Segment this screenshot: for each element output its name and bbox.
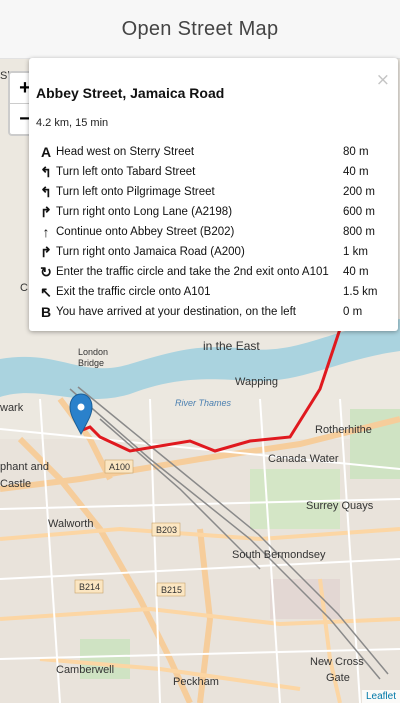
map-label: London <box>78 347 108 357</box>
instruction-text: Continue onto Abbey Street (B202) <box>56 226 235 238</box>
map-label: New Cross <box>310 656 364 668</box>
instruction-row[interactable]: B You have arrived at your destination, … <box>36 302 391 322</box>
map-label: River Thames <box>175 398 232 408</box>
route-summary: 4.2 km, 15 min <box>36 117 109 129</box>
road-label: A100 <box>109 462 130 472</box>
instruction-distance: 1 km <box>343 246 368 258</box>
map-label: Camberwell <box>56 664 114 676</box>
app-header: Open Street Map <box>0 0 400 59</box>
instruction-distance: 0 m <box>343 306 363 318</box>
instruction-row[interactable]: ↰ Turn left onto Tabard Street 40 m <box>36 162 391 182</box>
instruction-distance: 800 m <box>343 226 375 238</box>
instruction-text: Turn right onto Jamaica Road (A200) <box>56 246 245 258</box>
instruction-row[interactable]: ↰ Turn left onto Pilgrimage Street 200 m <box>36 182 391 202</box>
map-label: C <box>20 282 28 294</box>
map-label: Walworth <box>48 518 93 530</box>
instruction-text: Turn left onto Pilgrimage Street <box>56 186 215 198</box>
map-label: wark <box>0 402 24 414</box>
instruction-row[interactable]: ↻ Enter the traffic circle and take the … <box>36 262 391 282</box>
turn-left-icon: ↰ <box>40 163 52 180</box>
map-label: Surrey Quays <box>306 500 374 512</box>
instruction-row[interactable]: ↱ Turn right onto Long Lane (A2198) 600 … <box>36 202 391 222</box>
map-label: in the East <box>203 339 260 353</box>
continue-icon: ↑ <box>42 224 50 240</box>
instruction-text: Turn right onto Long Lane (A2198) <box>56 206 233 218</box>
turn-right-icon: ↱ <box>40 203 52 220</box>
instruction-row[interactable]: ↖ Exit the traffic circle onto A101 1.5 … <box>36 282 391 302</box>
close-icon[interactable]: × <box>376 70 390 90</box>
map-label: Peckham <box>173 676 219 688</box>
map-label: Wapping <box>235 376 278 388</box>
route-title: Abbey Street, Jamaica Road <box>36 85 225 101</box>
instruction-row[interactable]: ↱ Turn right onto Jamaica Road (A200) 1 … <box>36 242 391 262</box>
instruction-distance: 600 m <box>343 206 375 218</box>
instruction-text: Exit the traffic circle onto A101 <box>56 286 211 298</box>
instruction-text: Enter the traffic circle and take the 2n… <box>56 266 329 278</box>
instruction-distance: 200 m <box>343 186 375 198</box>
road-label: B203 <box>156 525 177 535</box>
routing-panel: × Abbey Street, Jamaica Road 4.2 km, 15 … <box>29 58 398 331</box>
map-label: Canada Water <box>268 453 339 465</box>
turn-right-icon: ↱ <box>40 243 52 260</box>
map-label: Castle <box>0 478 31 490</box>
attribution-link[interactable]: Leaflet <box>361 690 400 703</box>
instruction-text: Head west on Sterry Street <box>56 146 195 158</box>
instruction-list: A Head west on Sterry Street 80 m ↰ Turn… <box>36 142 391 322</box>
start-a-icon: A <box>40 144 52 160</box>
turn-left-icon: ↰ <box>40 183 52 200</box>
roundabout-icon: ↻ <box>40 263 52 280</box>
road-label: B215 <box>161 585 182 595</box>
destination-b-icon: B <box>40 304 52 320</box>
instruction-text: Turn left onto Tabard Street <box>56 166 196 178</box>
instruction-distance: 1.5 km <box>343 286 378 298</box>
map-label: Gate <box>326 672 350 684</box>
instruction-row[interactable]: ↑ Continue onto Abbey Street (B202) 800 … <box>36 222 391 242</box>
instruction-text: You have arrived at your destination, on… <box>56 306 296 318</box>
page-title: Open Street Map <box>121 17 279 40</box>
instruction-distance: 40 m <box>343 166 369 178</box>
instruction-distance: 40 m <box>343 266 369 278</box>
map-label: phant and <box>0 461 49 473</box>
map-label: Bridge <box>78 358 104 368</box>
instruction-row[interactable]: A Head west on Sterry Street 80 m <box>36 142 391 162</box>
instruction-distance: 80 m <box>343 146 369 158</box>
map-label: South Bermondsey <box>232 549 326 561</box>
road-label: B214 <box>79 582 100 592</box>
exit-left-icon: ↖ <box>40 283 52 300</box>
map-label: Rotherhithe <box>315 424 372 436</box>
